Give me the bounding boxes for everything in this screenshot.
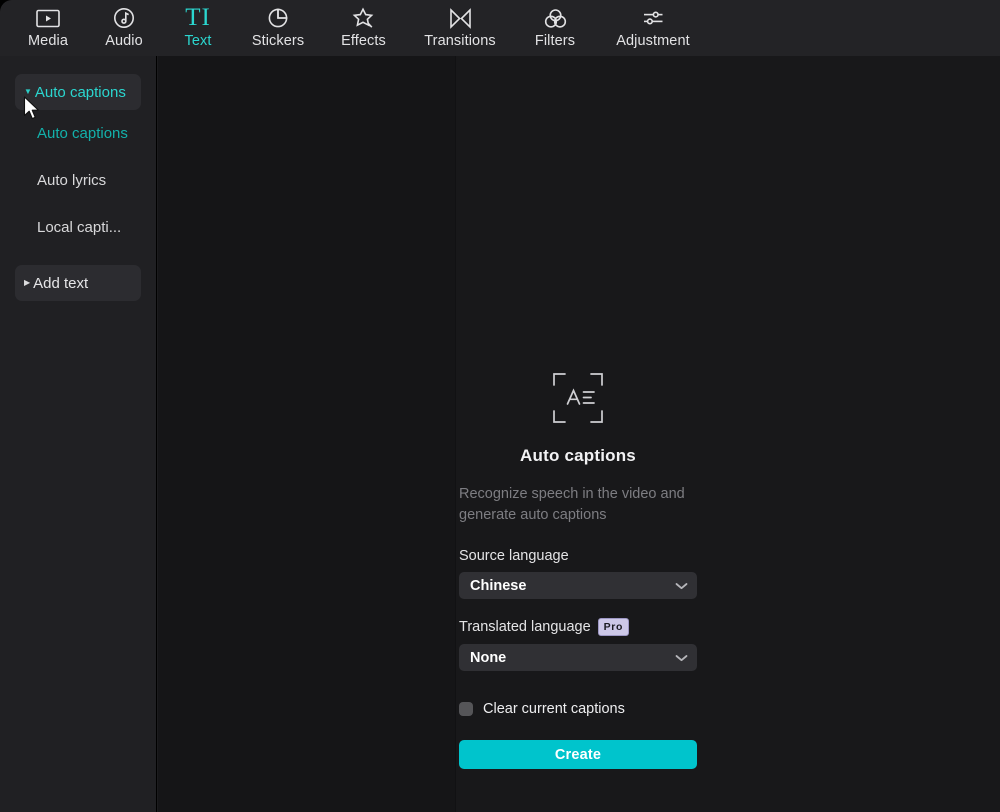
sidebar-item-auto-lyrics-label: Auto lyrics xyxy=(37,172,107,189)
audio-icon xyxy=(113,5,135,31)
text-icon: TI xyxy=(185,5,211,31)
toolbar-tab-effects[interactable]: Effects xyxy=(322,0,405,56)
toolbar-tab-media[interactable]: Media xyxy=(10,0,86,56)
translated-language-label-text: Translated language xyxy=(459,619,591,635)
clear-current-captions-label: Clear current captions xyxy=(483,701,625,717)
pro-badge: Pro xyxy=(597,618,629,636)
sidebar-item-auto-lyrics[interactable]: Auto lyrics xyxy=(0,157,156,204)
triangle-right-icon: ▶ xyxy=(24,278,31,287)
stickers-icon xyxy=(267,5,289,31)
filters-icon xyxy=(544,5,567,31)
auto-caption-scan-icon xyxy=(550,370,606,426)
triangle-down-icon: ▼ xyxy=(24,87,32,96)
clear-current-captions-row[interactable]: Clear current captions xyxy=(459,701,697,717)
toolbar-tab-audio-label: Audio xyxy=(105,33,143,49)
sidebar-item-local-captions[interactable]: Local capti... xyxy=(0,204,156,251)
effects-icon xyxy=(352,5,375,31)
chevron-down-icon xyxy=(675,650,688,666)
sidebar-item-auto-captions-label: Auto captions xyxy=(37,125,128,142)
toolbar-tab-effects-label: Effects xyxy=(341,33,386,49)
empty-state-description: Recognize speech in the video and genera… xyxy=(459,486,685,523)
translated-language-label: Translated language Pro xyxy=(459,618,697,636)
toolbar-tab-audio[interactable]: Audio xyxy=(86,0,162,56)
translated-language-value: None xyxy=(470,649,507,666)
clear-current-captions-checkbox[interactable] xyxy=(459,702,473,716)
auto-captions-form: Source language Chinese Translated langu… xyxy=(459,548,697,769)
toolbar-tab-stickers-label: Stickers xyxy=(251,33,305,49)
source-language-label-text: Source language xyxy=(459,548,569,564)
sidebar-group-add-text[interactable]: ▶ Add text xyxy=(15,265,141,301)
create-button-label: Create xyxy=(554,746,602,763)
transitions-icon xyxy=(449,5,472,31)
source-language-label: Source language xyxy=(459,548,697,564)
toolbar-tab-transitions[interactable]: Transitions xyxy=(405,0,515,56)
toolbar-tab-filters[interactable]: Filters xyxy=(515,0,595,56)
source-language-select[interactable]: Chinese xyxy=(459,572,697,599)
sidebar-group-auto-captions-label: Auto captions xyxy=(34,83,126,101)
media-icon xyxy=(36,5,60,31)
sidebar-group-add-text-label: Add text xyxy=(33,274,89,292)
toolbar-tab-media-label: Media xyxy=(28,33,68,49)
sidebar-item-local-captions-label: Local capti... xyxy=(37,219,122,236)
form-spacer xyxy=(459,599,697,618)
chevron-down-icon xyxy=(675,578,688,594)
sidebar: ▼ Auto captions Auto captions Auto lyric… xyxy=(0,56,157,812)
sidebar-group-auto-captions[interactable]: ▼ Auto captions xyxy=(15,74,141,110)
toolbar-tab-adjustment-label: Adjustment xyxy=(616,33,690,49)
toolbar-tab-text-label: Text xyxy=(184,33,212,49)
source-language-value: Chinese xyxy=(470,577,527,594)
toolbar-tab-transitions-label: Transitions xyxy=(424,33,496,49)
empty-state-title: Auto captions xyxy=(520,446,636,465)
toolbar-tab-adjustment[interactable]: Adjustment xyxy=(595,0,711,56)
sidebar-item-auto-captions[interactable]: Auto captions xyxy=(0,110,156,157)
translated-language-select[interactable]: None xyxy=(459,644,697,671)
text-icon-glyph: TI xyxy=(185,4,211,31)
toolbar-tab-text[interactable]: TI Text xyxy=(162,0,234,56)
create-button[interactable]: Create xyxy=(459,740,697,769)
toolbar-tab-stickers[interactable]: Stickers xyxy=(234,0,322,56)
main-toolbar: Media Audio TI Text Stickers Effects Tra… xyxy=(0,0,1000,56)
toolbar-tab-filters-label: Filters xyxy=(534,33,576,49)
empty-state: Auto captions Recognize speech in the vi… xyxy=(459,370,697,526)
adjustment-icon xyxy=(641,5,665,31)
app-window: Media Audio TI Text Stickers Effects Tra… xyxy=(0,0,1000,812)
